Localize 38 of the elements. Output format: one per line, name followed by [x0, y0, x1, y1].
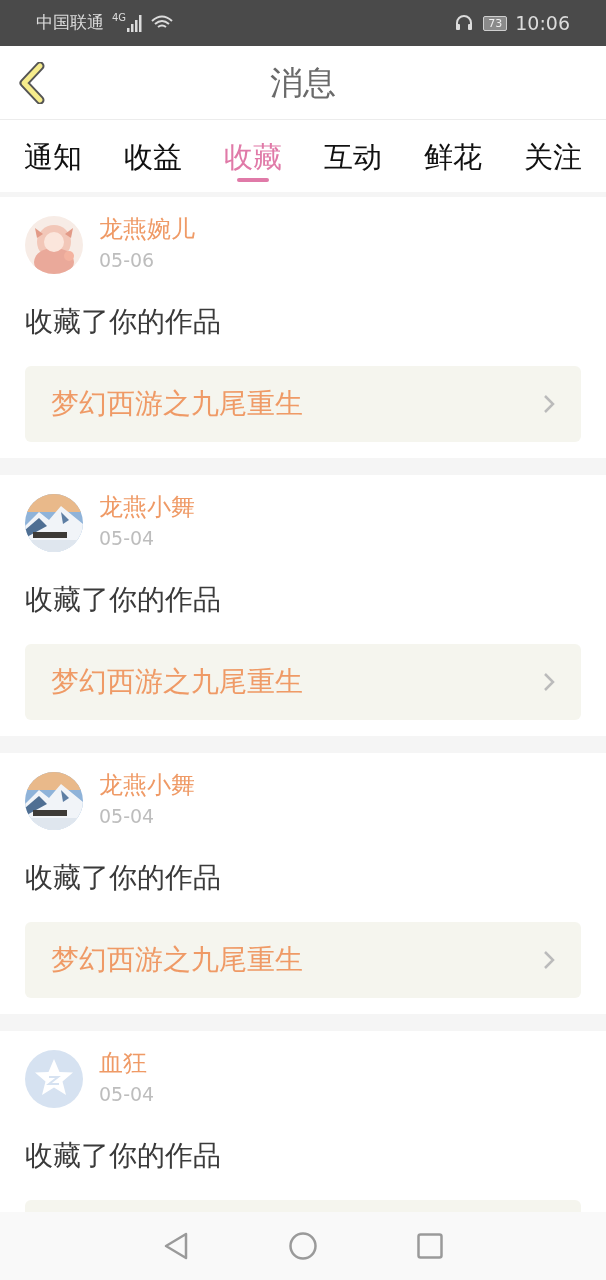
- user-name[interactable]: 龙燕小舞: [99, 769, 195, 801]
- tab[interactable]: 关注: [524, 132, 582, 182]
- tab[interactable]: 互动: [324, 132, 382, 182]
- message-text: 收藏了你的作品: [25, 860, 222, 896]
- carrier-text: 中国联通: [36, 11, 104, 35]
- user-name[interactable]: 龙燕小舞: [99, 491, 195, 523]
- wifi-icon: [151, 15, 174, 31]
- time-text: 10:06: [515, 10, 570, 36]
- battery-indicator: 73: [483, 15, 508, 31]
- chevron-right-icon: [543, 394, 555, 414]
- page-title: 消息: [270, 61, 336, 104]
- default-avatar-icon: [25, 1050, 83, 1108]
- tab[interactable]: 收藏: [224, 132, 282, 182]
- chevron-right-icon: [543, 950, 555, 970]
- tab[interactable]: 通知: [24, 132, 82, 182]
- home-nav-icon[interactable]: [289, 1232, 317, 1260]
- work-link[interactable]: 梦幻西游之九尾重生: [25, 366, 581, 442]
- message-date: 05-06: [99, 248, 156, 273]
- work-link[interactable]: 梦幻西游之九尾重生: [25, 644, 581, 720]
- message-date: 05-04: [99, 804, 156, 829]
- message-date: 05-04: [99, 526, 156, 551]
- message-text: 收藏了你的作品: [25, 582, 222, 618]
- signal-icon: [127, 14, 144, 32]
- back-icon: [16, 62, 46, 104]
- work-link[interactable]: 梦幻西游之九尾重生: [25, 922, 581, 998]
- user-name[interactable]: 龙燕婉儿: [99, 213, 195, 245]
- message-date: 05-04: [99, 1082, 155, 1107]
- back-nav-icon[interactable]: [163, 1232, 189, 1260]
- recents-nav-icon[interactable]: [417, 1233, 443, 1259]
- tab-underline: [237, 178, 269, 182]
- message-text: 收藏了你的作品: [25, 1138, 222, 1174]
- network-type: 4G: [112, 11, 127, 25]
- headphones-icon: [455, 14, 474, 32]
- message-text: 收藏了你的作品: [25, 304, 222, 340]
- tab[interactable]: 收益: [124, 132, 182, 182]
- tab[interactable]: 鲜花: [424, 132, 482, 182]
- chevron-right-icon: [543, 672, 555, 692]
- user-name[interactable]: 血狂: [99, 1047, 155, 1079]
